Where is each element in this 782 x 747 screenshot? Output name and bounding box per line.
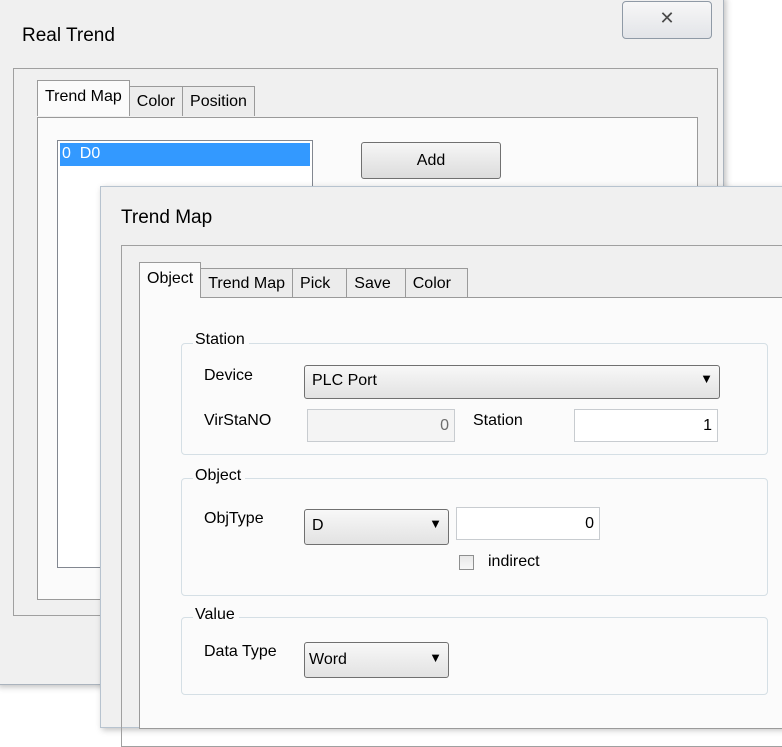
indirect-checkbox[interactable] xyxy=(459,555,474,570)
tab-color-inner[interactable]: Color xyxy=(404,268,468,298)
add-button[interactable]: Add xyxy=(361,142,501,179)
chevron-down-icon: ▼ xyxy=(700,371,713,386)
address-field[interactable]: 0 xyxy=(456,507,600,540)
close-icon: ✕ xyxy=(659,8,675,28)
datatype-select[interactable]: Word ▼ xyxy=(304,642,449,678)
tab-trend-map[interactable]: Trend Map xyxy=(37,80,130,116)
device-value: PLC Port xyxy=(312,372,377,389)
tab-save[interactable]: Save xyxy=(346,268,406,298)
objtype-select[interactable]: D ▼ xyxy=(304,509,449,545)
tab-object[interactable]: Object xyxy=(139,262,202,298)
trend-map-tabs: Object Trend Map Pick Save Color xyxy=(139,262,468,298)
tab-color[interactable]: Color xyxy=(128,86,184,116)
device-label: Device xyxy=(204,367,253,384)
indirect-label: indirect xyxy=(488,553,540,570)
chevron-down-icon: ▼ xyxy=(429,516,442,531)
tab-position[interactable]: Position xyxy=(182,86,255,116)
trend-map-title: Trend Map xyxy=(121,207,213,228)
close-button[interactable]: ✕ xyxy=(622,1,712,39)
real-trend-tabs: Trend Map Color Position xyxy=(37,80,255,116)
station-label: Station xyxy=(473,412,523,429)
station-field[interactable]: 1 xyxy=(574,409,718,442)
virstano-label: VirStaNO xyxy=(204,412,272,429)
station-legend: Station xyxy=(193,331,249,349)
value-legend: Value xyxy=(193,606,239,624)
chevron-down-icon: ▼ xyxy=(429,650,442,665)
objtype-label: ObjType xyxy=(204,510,264,527)
virstano-field[interactable]: 0 xyxy=(307,409,455,442)
tab-trend-map-inner[interactable]: Trend Map xyxy=(200,268,294,298)
datatype-value: Word xyxy=(309,651,347,668)
device-select[interactable]: PLC Port ▼ xyxy=(304,365,720,399)
trend-map-window: Trend Map Object Trend Map Pick Save Col… xyxy=(100,186,782,747)
datatype-label: Data Type xyxy=(204,643,277,660)
objtype-value: D xyxy=(312,517,324,534)
real-trend-title: Real Trend xyxy=(22,25,115,46)
tab-pick[interactable]: Pick xyxy=(292,268,348,298)
object-legend: Object xyxy=(193,467,246,485)
list-item[interactable]: 0 D0 xyxy=(60,143,310,166)
